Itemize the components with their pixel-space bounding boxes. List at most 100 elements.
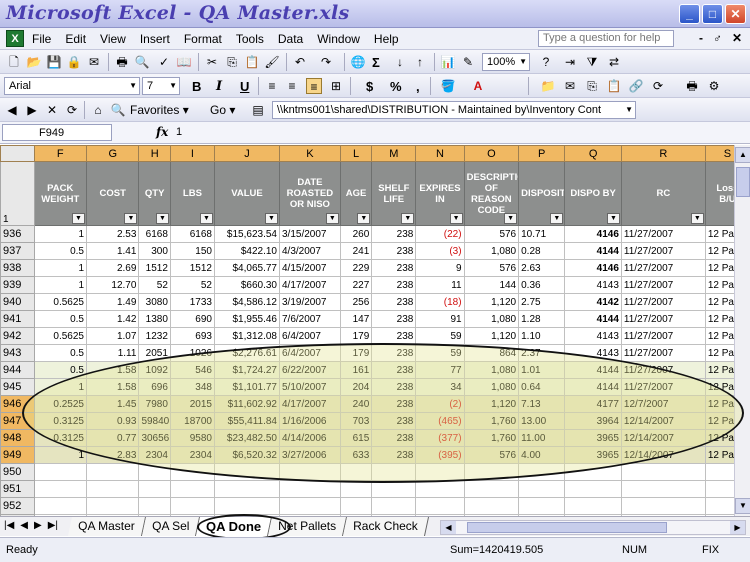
cell[interactable]: $1,312.08: [213, 327, 280, 345]
cell[interactable]: 4177: [564, 395, 622, 413]
menu-tools[interactable]: Tools: [236, 32, 264, 46]
cell[interactable]: 0.5: [33, 242, 88, 260]
cell[interactable]: $4,586.12: [213, 293, 280, 311]
back-icon[interactable]: ◀: [4, 102, 20, 118]
scroll-left-icon[interactable]: ◀: [441, 521, 456, 534]
autofilter-dropdown-icon[interactable]: ▼: [155, 213, 169, 224]
row-number[interactable]: 939: [0, 276, 35, 294]
cell[interactable]: 1: [33, 276, 88, 294]
cell[interactable]: 2.75: [518, 293, 566, 311]
cell[interactable]: (3): [415, 242, 465, 260]
cell[interactable]: 615: [339, 429, 373, 447]
search-web-icon[interactable]: 🔍: [110, 102, 126, 118]
cell[interactable]: 11/27/2007: [620, 361, 706, 379]
cell[interactable]: 4.00: [518, 446, 566, 464]
sort-ascending-icon[interactable]: ↓: [392, 54, 408, 70]
cell[interactable]: 4144: [564, 378, 622, 396]
align-right-icon[interactable]: ≡: [306, 78, 322, 94]
tools-icon[interactable]: ⚙: [706, 78, 722, 94]
cell[interactable]: [620, 480, 706, 498]
cell[interactable]: 1: [33, 446, 88, 464]
prev-sheet-icon[interactable]: ◀: [20, 520, 28, 531]
tab-net-pallets[interactable]: Net Pallets: [268, 517, 348, 536]
menu-view[interactable]: View: [100, 32, 126, 46]
cell[interactable]: 147: [339, 310, 373, 328]
row-number[interactable]: 949: [0, 446, 35, 464]
cell[interactable]: 59: [415, 344, 465, 362]
comma-button[interactable]: ,: [416, 79, 420, 94]
cell[interactable]: 3/19/2007: [278, 293, 341, 311]
copy-icon[interactable]: ⎘: [224, 54, 240, 70]
cell[interactable]: 693: [169, 327, 215, 345]
cell[interactable]: 4146: [564, 259, 622, 277]
new-file-icon[interactable]: 🗋: [6, 54, 22, 70]
formula-value[interactable]: 1: [176, 126, 182, 138]
column-header-l[interactable]: L: [339, 145, 373, 162]
cell[interactable]: $23,482.50: [213, 429, 280, 447]
cell[interactable]: 1,760: [463, 429, 520, 447]
autofilter-dropdown-icon[interactable]: ▼: [124, 213, 138, 224]
cell[interactable]: [339, 480, 373, 498]
cell[interactable]: 4143: [564, 327, 622, 345]
cell[interactable]: 2.83: [85, 446, 140, 464]
cell[interactable]: 4/14/2006: [278, 429, 341, 447]
cell[interactable]: [518, 480, 566, 498]
cell[interactable]: 227: [339, 276, 373, 294]
cell[interactable]: [518, 497, 566, 515]
cell[interactable]: 0.93: [85, 412, 140, 430]
group-icon[interactable]: ⇄: [606, 54, 622, 70]
cell[interactable]: 12/14/2007: [620, 429, 706, 447]
cell[interactable]: [169, 497, 215, 515]
cell[interactable]: (18): [415, 293, 465, 311]
column-header-i[interactable]: I: [169, 145, 215, 162]
cell[interactable]: [33, 463, 88, 481]
first-sheet-icon[interactable]: |◀: [4, 520, 14, 531]
row-number[interactable]: 951: [0, 480, 35, 498]
cell[interactable]: 3/27/2006: [278, 446, 341, 464]
autofilter-dropdown-icon[interactable]: ▼: [401, 213, 415, 224]
cell[interactable]: 10.71: [518, 225, 566, 243]
cell[interactable]: 576: [463, 446, 520, 464]
undo-icon[interactable]: ↶: [292, 54, 308, 70]
forward-icon[interactable]: ▶: [24, 102, 40, 118]
cell[interactable]: 633: [339, 446, 373, 464]
cell[interactable]: 1.49: [85, 293, 140, 311]
minimize-button[interactable]: _: [679, 4, 700, 24]
cell[interactable]: 12/14/2007: [620, 412, 706, 430]
cell[interactable]: 0.5625: [33, 293, 88, 311]
redo-icon[interactable]: ↷: [318, 54, 334, 70]
cell[interactable]: 2.69: [85, 259, 140, 277]
tab-rack-check[interactable]: Rack Check: [343, 517, 429, 536]
column-header-q[interactable]: Q: [564, 145, 622, 162]
column-header-h[interactable]: H: [138, 145, 171, 162]
cell[interactable]: 4142: [564, 293, 622, 311]
cell[interactable]: 4143: [564, 276, 622, 294]
cell[interactable]: [415, 480, 465, 498]
cell[interactable]: 546: [169, 361, 215, 379]
cell[interactable]: 11/27/2007: [620, 344, 706, 362]
cell[interactable]: $660.30: [213, 276, 280, 294]
cell[interactable]: 238: [371, 327, 417, 345]
cell[interactable]: 3964: [564, 412, 622, 430]
cell[interactable]: 238: [371, 259, 417, 277]
cell[interactable]: [564, 480, 622, 498]
cell[interactable]: 4/15/2007: [278, 259, 341, 277]
italic-button[interactable]: I: [216, 79, 222, 94]
cell[interactable]: 1380: [138, 310, 171, 328]
cell[interactable]: 0.2525: [33, 395, 88, 413]
align-center-icon[interactable]: ≡: [284, 78, 300, 94]
cell[interactable]: [213, 463, 280, 481]
cell[interactable]: 1026: [169, 344, 215, 362]
doc-minimize-button[interactable]: -: [699, 31, 703, 45]
bold-button[interactable]: B: [192, 79, 201, 94]
cell[interactable]: 11/27/2007: [620, 293, 706, 311]
folder-icon[interactable]: 📁: [540, 78, 556, 94]
cut-icon[interactable]: ✂: [204, 54, 220, 70]
cell[interactable]: 6/22/2007: [278, 361, 341, 379]
cell[interactable]: 2.37: [518, 344, 566, 362]
cell[interactable]: 238: [371, 395, 417, 413]
cell[interactable]: 3/15/2007: [278, 225, 341, 243]
cell[interactable]: $11,602.92: [213, 395, 280, 413]
cell[interactable]: 1.45: [85, 395, 140, 413]
row-number[interactable]: 944: [0, 361, 35, 379]
